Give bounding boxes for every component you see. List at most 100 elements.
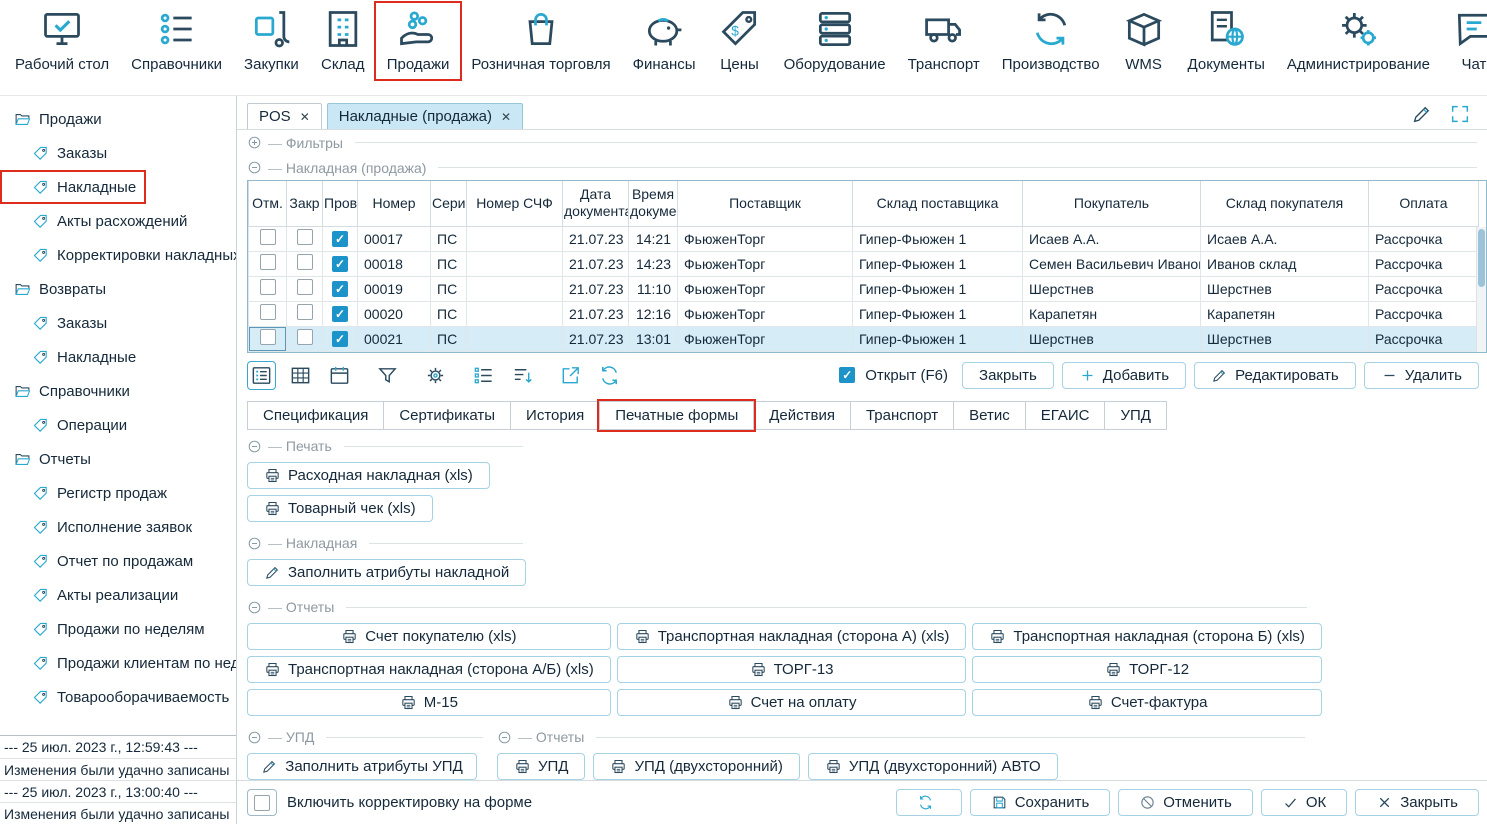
- tree-item[interactable]: Заказы: [0, 306, 236, 340]
- footer-button[interactable]: [896, 789, 962, 816]
- report-print-button[interactable]: Счет покупателю (xls): [247, 623, 611, 650]
- nav-item[interactable]: Финансы: [622, 3, 707, 79]
- tree-item[interactable]: Исполнение заявок: [0, 510, 236, 544]
- tree-item[interactable]: Продажи клиентам по неделям: [0, 646, 236, 680]
- grid-column-header[interactable]: Время документа: [629, 181, 678, 226]
- closed-checkbox[interactable]: [297, 304, 313, 320]
- print-form-button[interactable]: Товарный чек (xls): [247, 495, 433, 522]
- report-print-button[interactable]: Счет на оплату: [617, 689, 967, 716]
- tree-item[interactable]: Отчет по продажам: [0, 544, 236, 578]
- tab-close-icon[interactable]: [300, 111, 310, 123]
- grid-action-button[interactable]: Закрыть: [962, 362, 1054, 389]
- nav-item[interactable]: Производство: [991, 3, 1111, 79]
- grid-action-button[interactable]: Добавить: [1062, 362, 1186, 389]
- nav-item[interactable]: Администрирование: [1276, 3, 1441, 79]
- sort-lines-icon[interactable]: [508, 361, 537, 390]
- report-print-button[interactable]: М-15: [247, 689, 611, 716]
- document-tab[interactable]: Накладные (продажа): [327, 103, 523, 129]
- closed-checkbox[interactable]: [297, 229, 313, 245]
- marked-checkbox[interactable]: [260, 329, 276, 345]
- reports-section-header[interactable]: Отчеты: [247, 595, 1307, 620]
- footer-button[interactable]: Закрыть: [1355, 789, 1479, 816]
- external-link-icon[interactable]: [556, 361, 585, 390]
- vertical-scrollbar[interactable]: [1476, 227, 1486, 352]
- footer-button[interactable]: ОК: [1261, 789, 1347, 816]
- filters-section-header[interactable]: Фильтры: [237, 130, 1487, 155]
- numbered-list-icon[interactable]: [469, 361, 498, 390]
- posted-checkbox[interactable]: [332, 281, 348, 297]
- nav-item[interactable]: Транспорт: [897, 3, 991, 79]
- grid-column-header[interactable]: Оплата: [1369, 181, 1479, 226]
- report-print-button[interactable]: ТОРГ-12: [972, 656, 1322, 683]
- print-form-button[interactable]: Расходная накладная (xls): [247, 462, 490, 489]
- gear-icon[interactable]: [421, 361, 450, 390]
- view-list-icon[interactable]: [247, 361, 276, 390]
- tree-item[interactable]: Накладные: [0, 340, 236, 374]
- footer-button[interactable]: Сохранить: [970, 789, 1111, 816]
- posted-checkbox[interactable]: [332, 256, 348, 272]
- upd-reports-section-header[interactable]: Отчеты: [497, 725, 1305, 750]
- detail-tab[interactable]: История: [510, 401, 600, 430]
- table-grid-icon[interactable]: [286, 361, 315, 390]
- marked-checkbox[interactable]: [260, 254, 276, 270]
- calendar-icon[interactable]: [325, 361, 354, 390]
- document-tab[interactable]: POS: [247, 103, 322, 129]
- grid-column-header[interactable]: Склад покупателя: [1201, 181, 1369, 226]
- invoice-section-header[interactable]: Накладная: [247, 531, 523, 556]
- tree-item[interactable]: Акты реализации: [0, 578, 236, 612]
- detail-tab[interactable]: Сертификаты: [383, 401, 511, 430]
- marked-checkbox[interactable]: [260, 304, 276, 320]
- footer-button[interactable]: Отменить: [1118, 789, 1253, 816]
- report-print-button[interactable]: Транспортная накладная (сторона Б) (xls): [972, 623, 1322, 650]
- grid-action-button[interactable]: Редактировать: [1194, 362, 1356, 389]
- print-section-header[interactable]: Печать: [247, 434, 523, 459]
- nav-item[interactable]: Рабочий стол: [4, 3, 120, 79]
- closed-checkbox[interactable]: [297, 279, 313, 295]
- nav-item[interactable]: Чат: [1441, 3, 1487, 79]
- detail-tab[interactable]: УПД: [1104, 401, 1166, 430]
- grid-column-header[interactable]: Дата документа: [563, 181, 629, 226]
- tree-item[interactable]: Справочники: [0, 374, 236, 408]
- funnel-icon[interactable]: [373, 361, 402, 390]
- detail-tab[interactable]: Печатные формы: [599, 401, 754, 430]
- tab-close-icon[interactable]: [501, 111, 511, 123]
- tree-item[interactable]: Акты расхождений: [0, 204, 236, 238]
- detail-tab[interactable]: Действия: [753, 401, 851, 430]
- nav-item[interactable]: Склад: [310, 3, 376, 79]
- table-row[interactable]: 00020 ПС 21.07.23 12:16 ФьюженТорг Гипер…: [249, 301, 1479, 326]
- detail-tab[interactable]: Ветис: [953, 401, 1026, 430]
- open-f6-checkbox[interactable]: [839, 367, 855, 383]
- detail-tab[interactable]: Спецификация: [247, 401, 384, 430]
- grid-column-header[interactable]: Сери: [431, 181, 467, 226]
- fill-invoice-attributes-button[interactable]: Заполнить атрибуты накладной: [247, 559, 526, 586]
- grid-section-header[interactable]: Накладная (продажа): [237, 155, 1487, 180]
- tree-item[interactable]: Продажи по неделям: [0, 612, 236, 646]
- upd-print-button[interactable]: УПД: [497, 753, 585, 780]
- tree-item[interactable]: Продажи: [0, 102, 236, 136]
- tree-item[interactable]: Операции: [0, 408, 236, 442]
- tree-item[interactable]: Товарооборачиваемость: [0, 680, 236, 714]
- table-row[interactable]: 00021 ПС 21.07.23 13:01 ФьюженТорг Гипер…: [249, 326, 1479, 351]
- upd-print-button[interactable]: УПД (двухсторонний) АВТО: [808, 753, 1058, 780]
- nav-item[interactable]: Закупки: [233, 3, 310, 79]
- nav-item[interactable]: Справочники: [120, 3, 233, 79]
- correction-checkbox[interactable]: [254, 795, 270, 811]
- grid-column-header[interactable]: Пров: [323, 181, 358, 226]
- tree-item[interactable]: Отчеты: [0, 442, 236, 476]
- grid-column-header[interactable]: Склад поставщика: [853, 181, 1023, 226]
- nav-item[interactable]: Документы: [1177, 3, 1276, 79]
- edit-icon[interactable]: [1411, 103, 1433, 125]
- grid-column-header[interactable]: Закр: [287, 181, 323, 226]
- nav-item[interactable]: Цены: [707, 3, 773, 79]
- correction-checkbox-frame[interactable]: [247, 789, 277, 816]
- marked-checkbox[interactable]: [260, 229, 276, 245]
- nav-item[interactable]: Продажи: [376, 3, 461, 79]
- fullscreen-icon[interactable]: [1449, 103, 1471, 125]
- posted-checkbox[interactable]: [332, 331, 348, 347]
- table-row[interactable]: 00017 ПС 21.07.23 14:21 ФьюженТорг Гипер…: [249, 226, 1479, 251]
- grid-column-header[interactable]: Номер СЧФ: [467, 181, 563, 226]
- marked-checkbox[interactable]: [260, 279, 276, 295]
- posted-checkbox[interactable]: [332, 231, 348, 247]
- detail-tab[interactable]: ЕГАИС: [1025, 401, 1106, 430]
- tree-item[interactable]: Корректировки накладных: [0, 238, 236, 272]
